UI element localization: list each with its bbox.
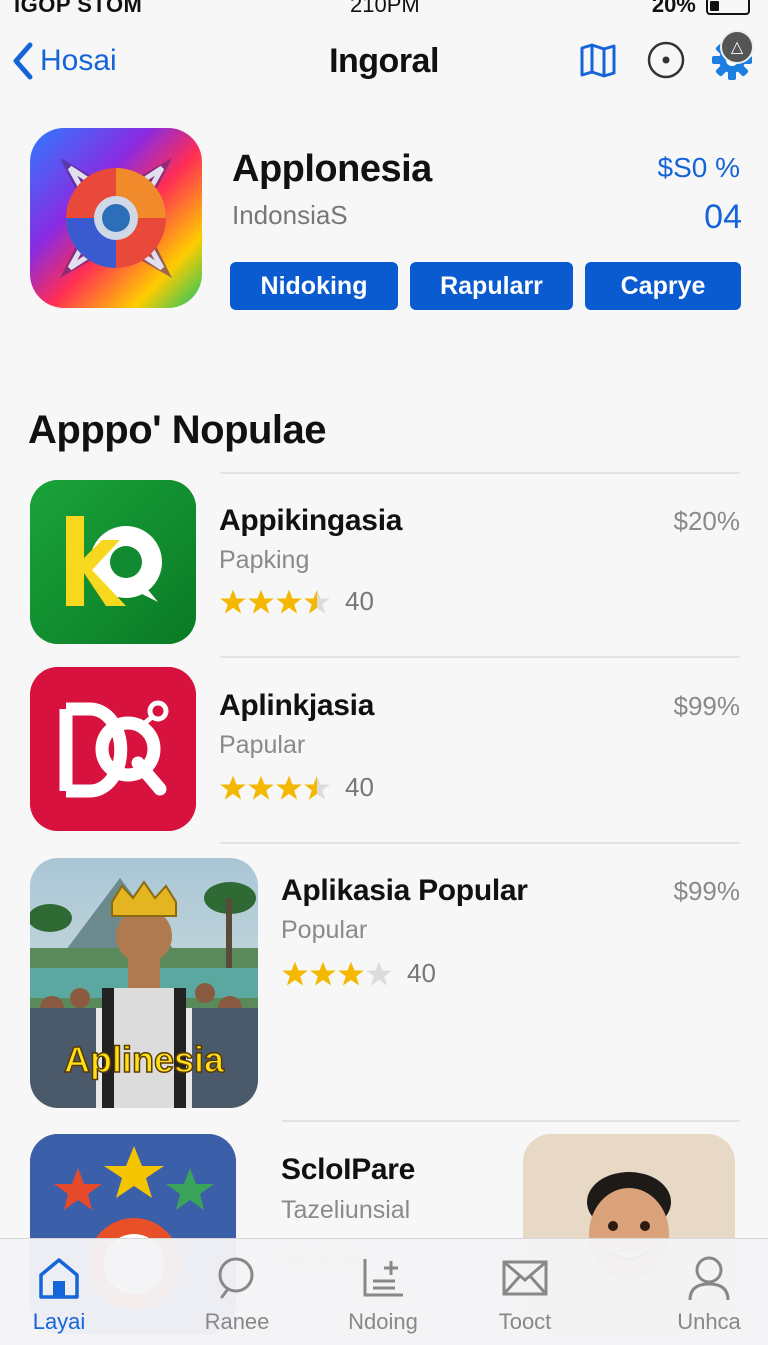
rating-3: 40	[281, 958, 436, 989]
clock: 210PM	[350, 0, 420, 17]
tab-label: Unhca	[677, 1309, 741, 1334]
location-button[interactable]	[642, 36, 690, 84]
star-icon	[248, 589, 274, 614]
battery-indicator: 20%	[652, 0, 750, 18]
battery-icon	[706, 0, 750, 16]
rating-1: 40	[219, 586, 374, 617]
tab-ranee[interactable]: Ranee	[182, 1253, 292, 1335]
hero-app-icon[interactable]	[30, 128, 202, 308]
hero-app-name: Applonesia	[232, 148, 432, 190]
star-icon	[276, 589, 302, 614]
home-icon	[39, 1258, 79, 1299]
app-category-2: Papular	[219, 731, 306, 759]
battery-label: 20%	[651, 0, 696, 17]
person-icon	[688, 1256, 730, 1301]
dq-logo-icon	[30, 667, 196, 831]
rating-2: 40	[219, 772, 374, 803]
app-category-3: Popular	[281, 916, 368, 944]
settings-button[interactable]: △	[708, 30, 756, 84]
map-icon	[580, 43, 616, 78]
star-icon	[276, 775, 302, 800]
app-icon-1[interactable]	[30, 480, 196, 644]
tab-label: Tooct	[498, 1309, 552, 1334]
app-name-3: Aplikasia Popular	[281, 874, 528, 907]
divider	[282, 1120, 740, 1122]
app-category-1: Papking	[219, 546, 310, 574]
chrome-like-logo-icon	[30, 128, 202, 308]
nidoking-button[interactable]: Nidoking	[230, 262, 398, 310]
tab-label: Ndoing	[348, 1309, 418, 1334]
app-price-2: $99%	[673, 691, 741, 721]
star-rating-icon	[219, 774, 331, 802]
game-poster-icon: Aplinesia	[30, 858, 258, 1108]
divider	[220, 472, 740, 474]
rating-count-3: 40	[407, 958, 436, 988]
star-icon	[310, 961, 336, 986]
tab-tooct[interactable]: Tooct	[470, 1253, 580, 1335]
star-icon	[282, 961, 308, 986]
target-icon	[647, 41, 685, 79]
app-icon-2[interactable]	[30, 667, 196, 831]
tab-ndoing[interactable]: Ndoing	[328, 1253, 438, 1335]
star-icon	[220, 589, 246, 614]
list-add-icon	[363, 1259, 403, 1297]
carrier-label: IGOP STOM	[14, 0, 143, 17]
hero-count: 04	[704, 198, 742, 236]
tab-label: Ranee	[204, 1309, 270, 1334]
caprye-button[interactable]: Caprye	[585, 262, 741, 310]
app-icon-3[interactable]: Aplinesia	[30, 858, 258, 1108]
divider	[220, 656, 740, 658]
app-category-4: Tazeliunsial	[281, 1196, 411, 1224]
app-name-2: Aplinkjasia	[219, 689, 375, 722]
app-price-3: $99%	[673, 876, 741, 906]
star-rating-icon	[281, 960, 393, 988]
nav-bar: Hosai Ingoral △	[0, 30, 768, 94]
star-icon	[248, 775, 274, 800]
section-title: Apppo' Nopulae	[28, 408, 327, 452]
status-bar: IGOP STOM 210PM 20%	[0, 0, 768, 18]
search-icon	[218, 1257, 254, 1299]
map-button[interactable]	[574, 36, 622, 84]
rating-count-1: 40	[345, 586, 374, 616]
hero-app-subtitle: IndonsiaS	[232, 200, 348, 230]
star-rating-icon	[219, 588, 331, 616]
mail-icon	[502, 1260, 548, 1296]
tab-unhca[interactable]: Unhca	[654, 1253, 764, 1335]
poster-text: Aplinesia	[64, 1039, 225, 1080]
alert-badge-icon: △	[720, 30, 754, 64]
divider	[220, 842, 740, 844]
star-icon	[220, 775, 246, 800]
app-name-4: ScloIPare	[281, 1153, 416, 1186]
tab-label: Layai	[32, 1309, 86, 1334]
star-icon	[304, 775, 330, 800]
rapularr-button[interactable]: Rapularr	[410, 262, 573, 310]
star-icon	[366, 961, 392, 986]
app-name-1: Appikingasia	[219, 504, 403, 537]
rating-count-2: 40	[345, 772, 374, 802]
star-icon	[338, 961, 364, 986]
tab-bar: Layai Ranee Ndoing Tooct Unhca	[0, 1238, 768, 1345]
hero-price: $S0 %	[657, 152, 741, 183]
star-icon	[304, 589, 330, 614]
app-price-1: $20%	[673, 506, 741, 536]
tab-layai[interactable]: Layai	[4, 1253, 114, 1335]
k-logo-icon	[30, 480, 196, 644]
